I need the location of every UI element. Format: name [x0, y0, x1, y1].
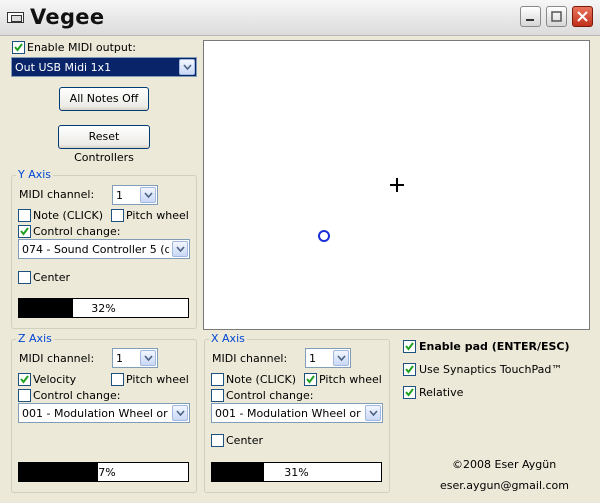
enable-midi-checkbox[interactable]	[12, 41, 25, 54]
x-channel-value: 1	[309, 352, 316, 365]
synaptics-label: Use Synaptics TouchPad™	[419, 363, 563, 376]
x-pitch-label: Pitch wheel	[319, 373, 382, 386]
y-pitch-label: Pitch wheel	[126, 209, 189, 222]
midi-device-select[interactable]: Out USB Midi 1x1	[11, 57, 197, 77]
window-title: Vegee	[30, 5, 105, 29]
title-bar[interactable]: Vegee	[0, 0, 600, 36]
y-axis-title: Y Axis	[16, 168, 54, 181]
checkmark-icon	[405, 365, 414, 374]
y-pitch-checkbox[interactable]	[111, 209, 124, 222]
z-velocity-checkbox[interactable]	[18, 373, 31, 386]
z-progress-bar: 47%	[18, 462, 189, 482]
z-cc-checkbox[interactable]	[18, 389, 31, 402]
chevron-down-icon	[143, 355, 153, 361]
y-progress-bar: 32%	[18, 298, 189, 318]
x-axis-title: X Axis	[209, 332, 247, 345]
z-pitch-checkbox[interactable]	[111, 373, 124, 386]
z-axis-title: Z Axis	[16, 332, 54, 345]
checkmark-icon	[306, 375, 315, 384]
x-center-label: Center	[226, 434, 264, 447]
y-cc-value: 074 - Sound Controller 5 (default	[22, 243, 169, 256]
z-cc-value: 001 - Modulation Wheel or Lever	[22, 407, 169, 420]
reset-controllers-button[interactable]: Reset Controllers	[58, 125, 150, 164]
x-cc-value: 001 - Modulation Wheel or Lever	[215, 407, 362, 420]
dropdown-arrow[interactable]	[172, 241, 188, 257]
checkmark-icon	[14, 43, 23, 52]
checkmark-icon	[405, 388, 414, 397]
z-cc-label: Control change:	[33, 389, 121, 402]
x-cc-checkbox[interactable]	[211, 389, 224, 402]
dropdown-arrow[interactable]	[179, 59, 195, 75]
y-cc-checkbox[interactable]	[18, 225, 31, 238]
copyright-text: ©2008 Eser Aygün	[452, 458, 557, 471]
x-note-label: Note (CLICK)	[226, 373, 297, 386]
y-progress-label: 32%	[91, 302, 116, 315]
chevron-down-icon	[182, 64, 192, 70]
minimize-icon	[526, 19, 534, 21]
maximize-button[interactable]	[546, 6, 567, 27]
dropdown-arrow[interactable]	[333, 350, 349, 366]
email-text: eser.aygun@gmail.com	[440, 479, 569, 492]
all-notes-off-button[interactable]: All Notes Off	[59, 87, 149, 111]
midi-device-value: Out USB Midi 1x1	[15, 61, 112, 74]
x-center-checkbox[interactable]	[211, 434, 224, 447]
chevron-down-icon	[175, 410, 185, 416]
y-note-checkbox[interactable]	[18, 209, 31, 222]
x-progress-label: 31%	[284, 466, 309, 479]
xy-pad[interactable]	[203, 40, 590, 330]
x-note-checkbox[interactable]	[211, 373, 224, 386]
close-icon	[577, 11, 588, 22]
z-channel-value: 1	[116, 352, 123, 365]
dropdown-arrow[interactable]	[365, 405, 381, 421]
z-velocity-label: Velocity	[33, 373, 77, 386]
checkmark-icon	[20, 227, 29, 236]
z-pitch-label: Pitch wheel	[126, 373, 189, 386]
enable-midi-label: Enable MIDI output:	[27, 41, 136, 54]
x-cc-select[interactable]: 001 - Modulation Wheel or Lever	[211, 403, 383, 423]
close-button[interactable]	[572, 6, 593, 27]
checkmark-icon	[405, 342, 414, 351]
x-channel-label: MIDI channel:	[212, 352, 288, 365]
y-channel-value: 1	[116, 189, 123, 202]
app-icon[interactable]	[7, 12, 24, 23]
x-progress-bar: 31%	[211, 462, 382, 482]
dropdown-arrow[interactable]	[140, 187, 156, 203]
y-note-label: Note (CLICK)	[33, 209, 104, 222]
synaptics-checkbox[interactable]	[403, 363, 416, 376]
z-channel-select[interactable]: 1	[112, 348, 158, 368]
dropdown-arrow[interactable]	[140, 350, 156, 366]
x-cc-label: Control change:	[226, 389, 314, 402]
chevron-down-icon	[175, 246, 185, 252]
x-channel-select[interactable]: 1	[305, 348, 351, 368]
relative-checkbox[interactable]	[403, 386, 416, 399]
minimize-button[interactable]	[520, 6, 541, 27]
x-pitch-checkbox[interactable]	[304, 373, 317, 386]
crosshair-icon	[390, 178, 404, 192]
enable-pad-label: Enable pad (ENTER/ESC)	[419, 340, 570, 353]
maximize-icon	[551, 11, 562, 22]
z-cc-select[interactable]: 001 - Modulation Wheel or Lever	[18, 403, 190, 423]
y-center-checkbox[interactable]	[18, 271, 31, 284]
z-channel-label: MIDI channel:	[19, 352, 95, 365]
chevron-down-icon	[336, 355, 346, 361]
y-cc-label: Control change:	[33, 225, 121, 238]
z-progress-label: 47%	[91, 466, 116, 479]
dropdown-arrow[interactable]	[172, 405, 188, 421]
y-cc-select[interactable]: 074 - Sound Controller 5 (default	[18, 239, 190, 259]
enable-pad-checkbox[interactable]	[403, 340, 416, 353]
y-channel-select[interactable]: 1	[112, 185, 158, 205]
chevron-down-icon	[143, 192, 153, 198]
chevron-down-icon	[368, 410, 378, 416]
checkmark-icon	[20, 375, 29, 384]
relative-label: Relative	[419, 386, 464, 399]
y-channel-label: MIDI channel:	[19, 188, 95, 201]
y-center-label: Center	[33, 271, 71, 284]
cursor-position-marker	[318, 230, 330, 242]
